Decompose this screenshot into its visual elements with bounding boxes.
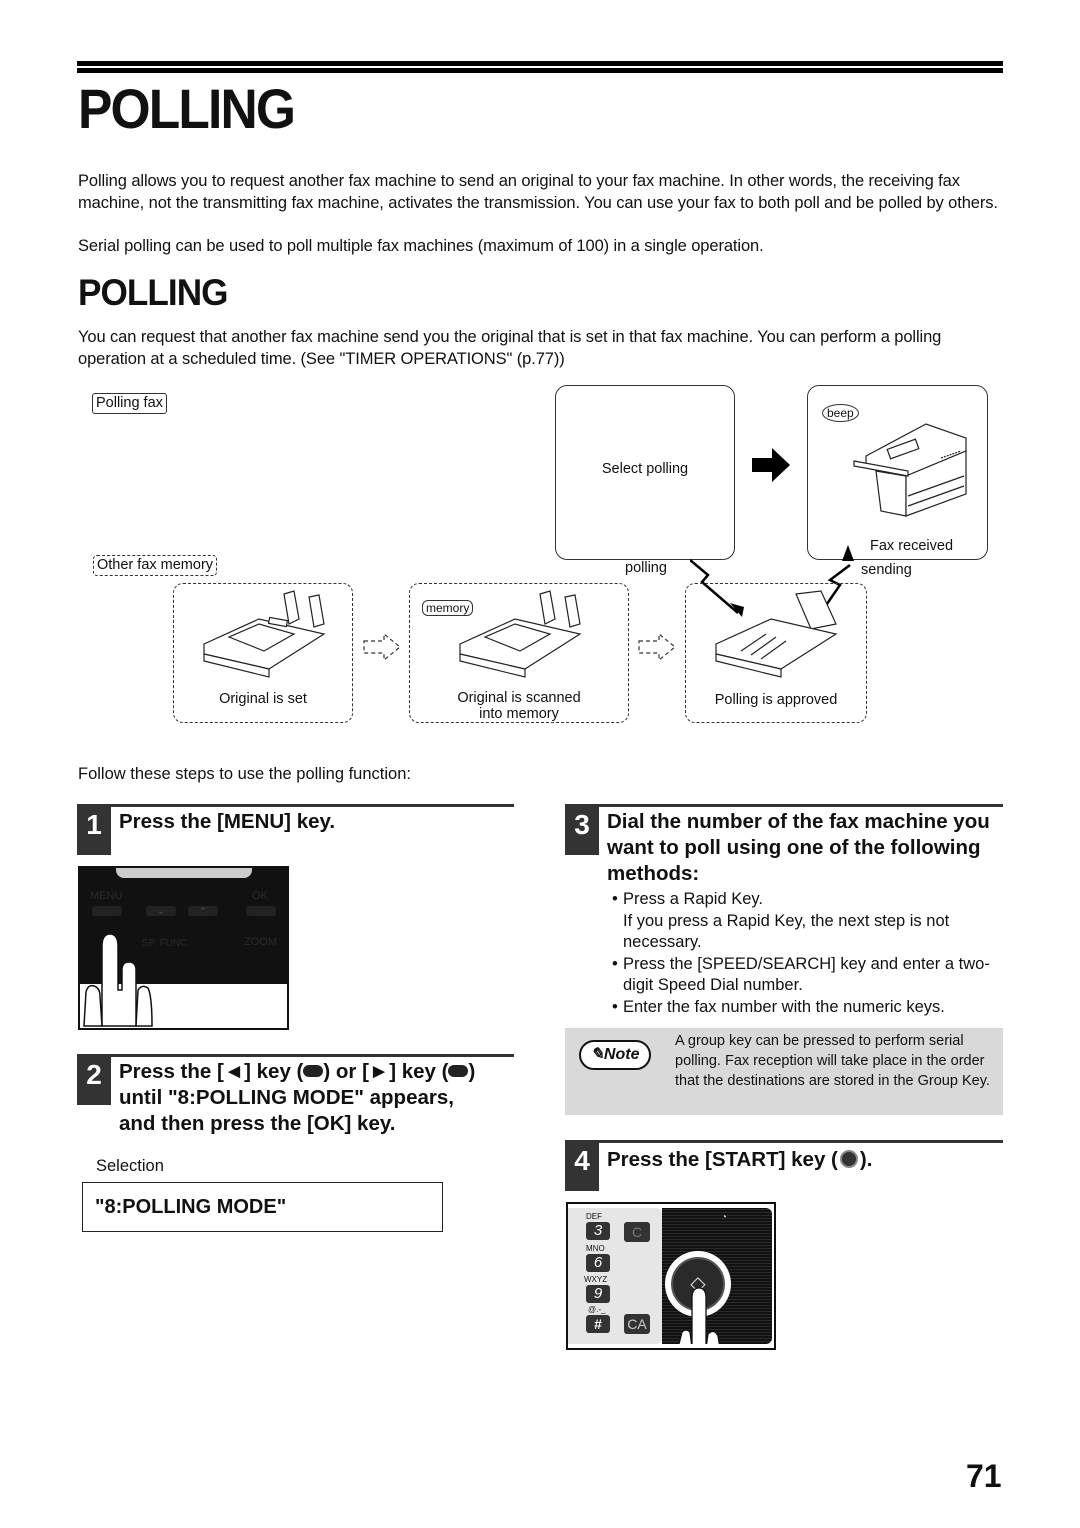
selection-label: Selection — [96, 1157, 164, 1175]
fax-machine-icon — [203, 590, 326, 678]
header-rule-top — [77, 61, 1003, 66]
pencil-icon: ✎ — [590, 1046, 604, 1063]
stage-caption: Original is set — [219, 691, 307, 707]
key-hash[interactable]: # — [586, 1315, 610, 1333]
left-arrow-icon: ◄ — [223, 1060, 245, 1083]
title-text: ) or [ — [323, 1060, 369, 1083]
note-badge-text: Note — [603, 1046, 640, 1063]
step-2-title: Press the [◄] key () or [►] key () until… — [119, 1059, 519, 1137]
stage-polling-approved: Polling is approved — [685, 583, 867, 723]
step-2-header — [77, 1054, 514, 1057]
start-key-panel: DEF 3 MNO 6 WXYZ 9 @.-_ # C CA ◇ ◔ — [566, 1202, 776, 1350]
steps-intro: Follow these steps to use the polling fu… — [78, 765, 411, 783]
key-9[interactable]: 9 — [586, 1285, 610, 1303]
right-arrow-icon: ► — [368, 1060, 390, 1083]
note-text: A group key can be pressed to perform se… — [675, 1033, 990, 1089]
intro-serial-polling: Serial polling can be used to poll multi… — [78, 237, 764, 255]
note-box: ✎Note A group key can be pressed to perf… — [565, 1028, 1003, 1115]
fax-machine-icon — [459, 590, 582, 678]
zoom-label: ZOOM — [244, 936, 277, 948]
title-text: Press the [START] key ( — [607, 1148, 838, 1171]
note-badge: ✎Note — [579, 1040, 651, 1070]
title-text: and then press the [OK] key. — [119, 1112, 396, 1135]
title-text: ] key ( — [244, 1060, 304, 1083]
key-sublabel: MNO — [586, 1244, 605, 1253]
ok-key[interactable] — [246, 906, 276, 916]
title-text: Press the [ — [119, 1060, 224, 1083]
method-text: Press a Rapid Key. — [623, 890, 764, 908]
ok-key-label: OK — [252, 890, 268, 902]
clear-key[interactable]: C — [624, 1222, 650, 1242]
method-item: • Press a Rapid Key. — [612, 889, 1002, 911]
clear-all-key[interactable]: CA — [624, 1314, 650, 1334]
menu-key-label: MENU — [90, 890, 123, 902]
sending-label: sending — [861, 562, 912, 578]
section-title: POLLING — [78, 272, 229, 313]
step-1-number: 1 — [77, 807, 111, 855]
dashed-arrow-icon — [363, 632, 401, 662]
up-key-icon — [448, 1064, 469, 1077]
start-key-icon — [839, 1149, 858, 1168]
step-3-title: Dial the number of the fax machine you w… — [607, 810, 990, 885]
title-text: ] key ( — [389, 1060, 449, 1083]
select-polling-text: Select polling — [601, 461, 689, 477]
title-text: until "8:POLLING MODE" appears, — [119, 1086, 454, 1109]
step-4-header — [565, 1140, 1003, 1143]
page-title: POLLING — [78, 77, 296, 140]
step-1-title: Press the [MENU] key. — [119, 810, 336, 833]
section-description: You can request that another fax machine… — [78, 328, 942, 368]
method-item: • Enter the fax number with the numeric k… — [612, 997, 1002, 1019]
fax-machine-icon — [715, 590, 838, 678]
stage-caption: Polling is approved — [714, 692, 838, 708]
step-3-methods: • Press a Rapid Key. If you press a Rapid… — [612, 889, 1002, 1018]
finger-hand-icon — [83, 933, 153, 1027]
stage-scanned-memory: memory Original is scanned into memory — [409, 583, 629, 723]
title-text: ) — [468, 1060, 476, 1083]
step-4-title: Press the [START] key (). — [607, 1147, 872, 1173]
method-text: Enter the fax number with the numeric ke… — [623, 997, 945, 1016]
polling-label: polling — [625, 560, 667, 576]
right-arrow-icon — [752, 448, 790, 482]
sending-arrow-head — [842, 545, 854, 561]
key-6[interactable]: 6 — [586, 1254, 610, 1272]
method-note: If you press a Rapid Key, the next step … — [623, 911, 950, 952]
page-number: 71 — [966, 1458, 1002, 1494]
selection-display: "8:POLLING MODE" — [82, 1182, 443, 1232]
key-3[interactable]: 3 — [586, 1222, 610, 1240]
intro-paragraph: Polling allows you to request another fa… — [78, 172, 998, 212]
menu-key-panel: MENU OK ⌄ ⌃ SP. FUNC ZOOM — [78, 866, 289, 1030]
step-1-header — [77, 804, 514, 807]
power-indicator-icon: ◔ — [721, 1212, 728, 1223]
up-key[interactable]: ⌃ — [188, 906, 218, 916]
stage-original-set: Original is set — [173, 583, 353, 723]
key-sublabel: WXYZ — [584, 1275, 608, 1284]
finger-hand-icon — [678, 1287, 721, 1348]
polling-fax-label: Polling fax — [92, 393, 167, 414]
down-key-icon — [303, 1064, 324, 1077]
panel-base — [568, 1344, 774, 1348]
stage-caption: Original is scanned into memory — [457, 690, 581, 722]
step-3-number: 3 — [565, 807, 599, 855]
dashed-arrow-icon — [638, 632, 676, 662]
title-text: ). — [859, 1148, 873, 1171]
step-4-number: 4 — [565, 1143, 599, 1191]
copier-machine-icon — [853, 423, 967, 517]
fax-received-text: Fax received — [870, 538, 954, 554]
step-2-number: 2 — [77, 1057, 111, 1105]
method-text: Press the [SPEED/SEARCH] key and enter a… — [623, 954, 990, 995]
key-sublabel: DEF — [586, 1212, 602, 1221]
display-window — [116, 868, 252, 878]
header-rule-bottom — [77, 68, 1003, 73]
key-sublabel: @.-_ — [588, 1305, 606, 1314]
method-item: • Press the [SPEED/SEARCH] key and enter … — [612, 954, 1002, 997]
step-3-header — [565, 804, 1003, 807]
other-fax-memory-label: Other fax memory — [93, 555, 218, 576]
